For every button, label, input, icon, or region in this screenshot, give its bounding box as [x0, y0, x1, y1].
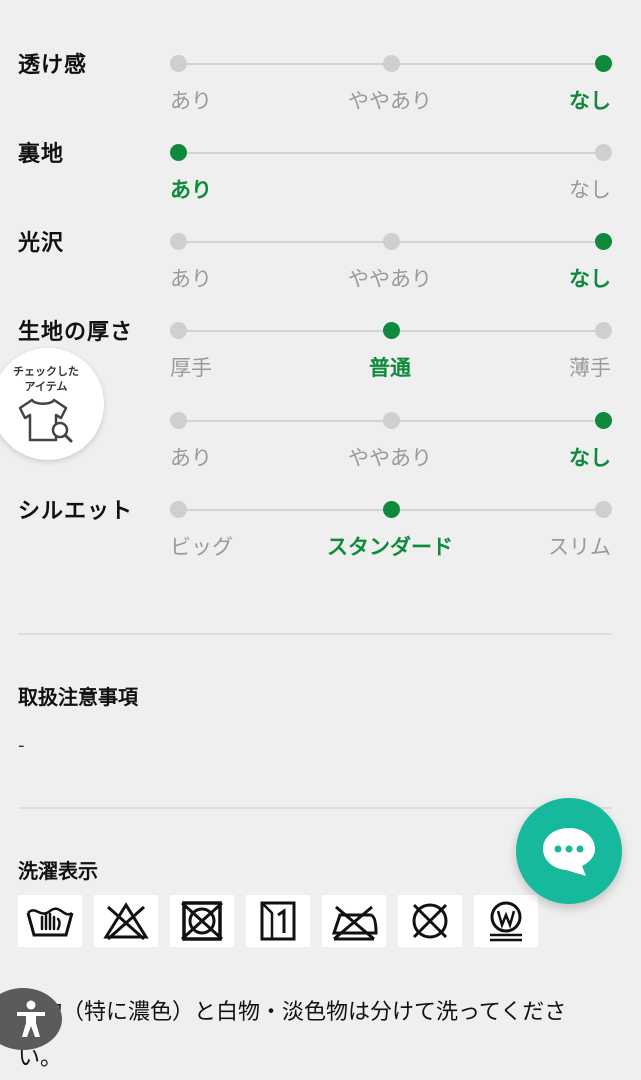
scale-option-selected: 普通 — [369, 356, 411, 380]
scale-option: あり — [170, 267, 212, 291]
scale-option-selected: なし — [569, 446, 611, 470]
attribute-label: シルエット — [18, 499, 134, 524]
scale-dot — [382, 412, 400, 429]
attribute-label: 光沢 — [18, 231, 65, 256]
attribute-scale-track — [170, 233, 612, 250]
section-divider — [18, 633, 612, 635]
attribute-label: 裏地 — [18, 142, 65, 167]
wet-clean-icon — [474, 895, 538, 947]
scale-option-selected: スタンダード — [327, 535, 453, 559]
chat-bubble-icon — [543, 828, 595, 876]
scale-option-selected: あり — [170, 178, 212, 202]
no-bleach-icon — [94, 895, 158, 947]
scale-dot — [595, 144, 612, 161]
scale-option: ややあり — [348, 89, 432, 113]
hand-wash-icon — [18, 895, 82, 947]
chat-button[interactable] — [516, 798, 622, 904]
no-iron-icon — [322, 895, 386, 947]
attribute-scale-track — [170, 501, 612, 518]
scale-option: あり — [170, 446, 212, 470]
scale-option-selected: なし — [569, 267, 611, 291]
product-detail-page: 透け感 あり ややあり なし 裏地 あり なし 光沢 あり ややあり なし 生地 — [0, 0, 641, 1080]
scale-option: スリム — [548, 535, 611, 559]
washing-note: 色物（特に濃色）と白物・淡色物は分けて洗ってください。 — [18, 1000, 567, 1071]
checked-items-label: チェックした アイテム — [2, 364, 90, 394]
attribute-label: 生地の厚さ — [18, 320, 134, 345]
scale-option-selected: なし — [569, 89, 611, 113]
attribute-row-transparency: 透け感 あり ややあり なし — [0, 53, 641, 153]
handling-title: 取扱注意事項 — [18, 685, 138, 709]
scale-dot — [595, 322, 612, 339]
no-tumble-dry-icon — [170, 895, 234, 947]
attribute-row-silhouette: シルエット ビッグ スタンダード スリム — [0, 499, 641, 599]
handling-value: - — [18, 735, 25, 756]
section-divider — [18, 807, 612, 809]
scale-dot — [595, 501, 612, 518]
scale-option: ややあり — [348, 267, 432, 291]
scale-dot-selected — [595, 233, 612, 250]
scale-dot — [170, 501, 187, 518]
checked-items-label-line2: アイテム — [24, 380, 68, 393]
scale-dot — [170, 412, 187, 429]
scale-dot-selected — [595, 55, 612, 72]
line-dry-shade-icon — [246, 895, 310, 947]
scale-option: 薄手 — [569, 356, 611, 380]
scale-option: ややあり — [348, 446, 432, 470]
scale-dot — [382, 233, 400, 250]
scale-dot — [382, 55, 400, 72]
no-dry-clean-icon — [398, 895, 462, 947]
washing-title: 洗濯表示 — [18, 859, 98, 883]
scale-dot — [170, 233, 187, 250]
washing-symbols — [18, 895, 538, 947]
scale-dot-selected — [382, 501, 400, 518]
attribute-scale-track — [170, 144, 612, 161]
scale-dot-selected — [595, 412, 612, 429]
scale-dot-selected — [170, 144, 187, 161]
scale-option: 厚手 — [170, 356, 212, 380]
checked-items-label-line1: チェックした — [13, 365, 79, 378]
attribute-scale-track — [170, 55, 612, 72]
attribute-scale-track — [170, 322, 612, 339]
scale-option: あり — [170, 89, 212, 113]
scale-option: なし — [569, 178, 611, 202]
scale-dot — [170, 322, 187, 339]
attribute-row-lining: 裏地 あり なし — [0, 142, 641, 242]
scale-dot-selected — [382, 322, 400, 339]
accessibility-icon — [17, 1000, 45, 1037]
scale-option: ビッグ — [170, 535, 233, 559]
attribute-label: 透け感 — [18, 53, 88, 78]
scale-dot — [170, 55, 187, 72]
shirt-search-icon — [18, 396, 74, 448]
attribute-scale-track — [170, 412, 612, 429]
